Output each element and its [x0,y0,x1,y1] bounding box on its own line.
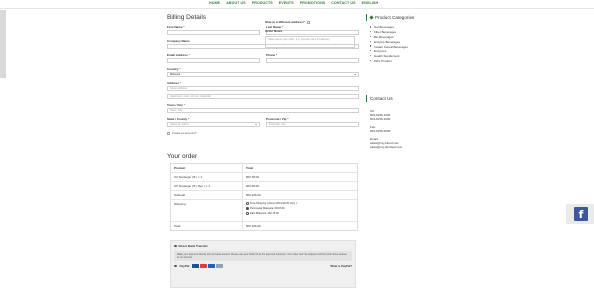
visa-icon [208,264,216,268]
town-block: Town / City * Town / City [167,103,359,113]
create-account-checkbox[interactable] [167,131,170,135]
item-total: RM 28.00 [246,184,260,188]
nav-language[interactable]: ENGLISH [362,1,379,5]
payment-methods: Direct Bank Transfer Make your payment d… [170,240,356,288]
table-row: Oil Tendergé | B | Rec | × 1 RM 28.00 [171,182,357,191]
subtotal-value: RM 106.00 [246,193,261,197]
subtotal-label: Subtotal [171,191,243,199]
bank-transfer-note: Make your payment directly into our bank… [174,251,352,261]
order-notes-label: Order Notes [265,29,283,33]
nav-promotions[interactable]: PROMOTIONS [300,1,326,5]
bank-transfer-label: Direct Bank Transfer [178,244,208,248]
state-select[interactable]: Select an option... [167,122,260,127]
contact-widget: Contact Us Tel: 603-6156-1000 603-6156-1… [366,95,442,149]
paypal-label: PayPal [179,264,190,268]
nav-about-us[interactable]: ABOUT US [226,1,246,5]
shipping-label: Shipping [171,200,243,221]
header-divider [0,8,594,9]
postcode-field[interactable]: Postcode / Zip [266,122,359,127]
create-account-row: Create an account? [167,131,359,135]
order-table-header: Product Total [171,164,357,173]
nav-contact-us[interactable]: CONTACT US [331,1,355,5]
subtotal-row: Subtotal RM 106.00 [171,191,357,200]
nav-events[interactable]: EVENTS [279,1,294,5]
paypal-card-icon [192,264,200,268]
top-navigation: HOME ABOUT US PRODUCTS EVENTS PROMOTIONS… [0,0,594,8]
address-block: Address * Street address Apartment, suit… [167,81,359,99]
total-column-header: Total [246,166,253,170]
order-title: Your order [167,153,198,160]
order-table: Product Total Oil Tendergé | B | × 1 RM … [170,163,358,231]
country-label: Country [167,67,179,71]
mastercard-icon [200,264,208,268]
what-is-paypal-link[interactable]: What is PayPal? [330,264,352,268]
email-field[interactable] [167,58,260,63]
facebook-icon[interactable]: f [574,207,588,221]
town-field[interactable]: Town / City [167,108,359,113]
state-label: State / County [167,117,188,121]
shipping-section: Ship to a different address? Order Notes… [265,20,355,48]
country-select[interactable]: Malaysia [167,72,359,77]
first-name-field[interactable] [167,30,260,35]
total-row: Total RM 106.00 [171,222,357,230]
shipping-option-peninsular[interactable]: Peninsular Malaysia: RM 8.00 [246,207,354,210]
radio-button[interactable] [246,202,249,205]
email-link[interactable]: sales@my-jbmfood.com [366,145,442,149]
address-label: Address [167,81,180,85]
phone-field[interactable] [266,58,359,63]
nav-items: HOME ABOUT US PRODUCTS EVENTS PROMOTIONS… [209,1,378,5]
categories-title: Product Categories [375,15,415,20]
shipping-option-free[interactable]: Free Shipping ( Above RM 199.00 Only ): [246,202,354,205]
ship-different-row: Ship to a different address? [265,20,355,24]
contact-title: Contact Us [366,95,442,102]
phone-label: Phone [266,53,276,57]
state-postcode-row: State / County * Select an option... Pos… [167,117,359,127]
radio-button[interactable] [246,212,249,215]
table-row: Oil Tendergé | B | × 1 RM 78.00 [171,173,357,182]
create-account-label: Create an account? [172,131,197,135]
street-address-field[interactable]: Street address [167,86,359,91]
country-block: Country * Malaysia [167,67,359,77]
item-name: Oil Tendergé | B | × 1 [171,173,243,181]
email-label: Email Address [167,53,188,57]
card-logos [192,264,224,268]
pencil-icon [369,15,374,20]
item-total: RM 78.00 [246,175,260,179]
product-column-header: Product [171,164,243,172]
left-edge-panel [0,10,6,78]
radio-button-selected[interactable] [174,244,177,248]
payment-option-bank[interactable]: Direct Bank Transfer [171,241,355,249]
total-value: RM 106.00 [246,224,261,228]
radio-button[interactable] [174,264,177,268]
ship-different-label: Ship to a different address? [265,20,305,24]
postcode-label: Postcode / Zip [266,117,287,121]
nav-home[interactable]: HOME [209,1,220,5]
product-categories-widget: Product Categories Gel Beverages Fiber B… [366,14,442,63]
town-label: Town / City [167,103,183,107]
shipping-row: Shipping Free Shipping ( Above RM 199.00… [171,200,357,222]
nav-products[interactable]: PRODUCTS [252,1,273,5]
contact-row: Email Address * Phone * [167,53,359,63]
apartment-field[interactable]: Apartment, suite, unit etc. (optional) [167,94,359,99]
amex-icon [216,264,224,268]
category-link[interactable]: Kid's Product [366,58,442,63]
radio-button-selected[interactable] [246,207,249,210]
shipping-option-east[interactable]: East Malaysia: RM 15.00 [246,212,354,215]
shipping-options: Free Shipping ( Above RM 199.00 Only ): … [243,200,357,221]
item-name: Oil Tendergé | B | Rec | × 1 [171,182,243,190]
ship-different-checkbox[interactable] [306,20,310,24]
payment-option-paypal[interactable]: PayPal What is PayPal? [171,263,355,269]
order-notes-field[interactable]: Notes about your order, e.g. special not… [265,36,355,48]
total-label: Total [171,222,243,230]
first-name-label: First Name [167,25,183,29]
